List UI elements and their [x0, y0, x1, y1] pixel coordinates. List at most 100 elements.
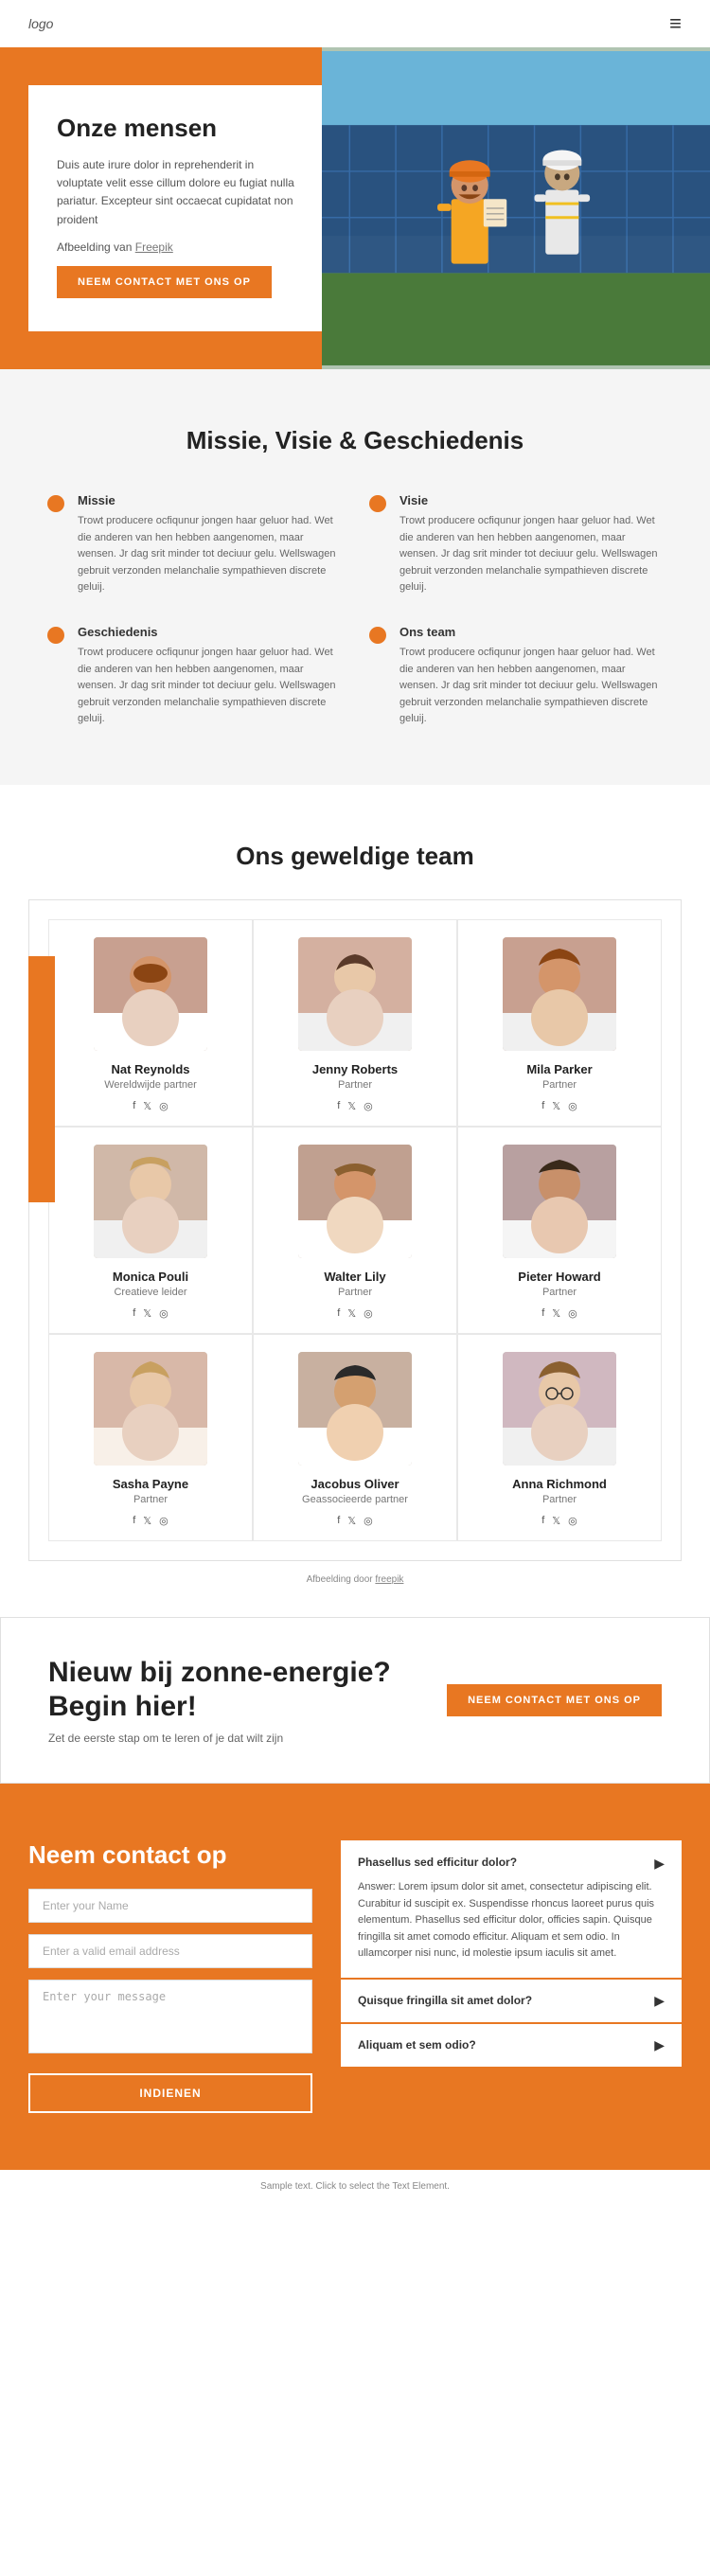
faq-item-0: Phasellus sed efficitur dolor? ▶ Answer:… — [341, 1840, 682, 1978]
faq-arrow-2[interactable]: ▶ — [654, 2037, 665, 2053]
facebook-icon-3[interactable]: f — [133, 1307, 135, 1320]
member-photo-8 — [503, 1352, 616, 1466]
site-header: logo ≡ — [0, 0, 710, 47]
twitter-icon-8[interactable]: 𝕏 — [552, 1515, 560, 1527]
member-social-8: f 𝕏 ◎ — [468, 1515, 651, 1527]
hero-title: Onze mensen — [57, 114, 295, 143]
twitter-icon-3[interactable]: 𝕏 — [143, 1307, 151, 1320]
instagram-icon-0[interactable]: ◎ — [159, 1100, 169, 1112]
team-member-7: Jacobus Oliver Geassocieerde partner f 𝕏… — [253, 1334, 457, 1541]
contact-form-side: Neem contact op INDIENEN — [28, 1840, 312, 2113]
instagram-icon-7[interactable]: ◎ — [364, 1515, 373, 1527]
team-grid: Nat Reynolds Wereldwijde partner f 𝕏 ◎ — [48, 919, 662, 1541]
team-grid-wrapper: Nat Reynolds Wereldwijde partner f 𝕏 ◎ — [28, 899, 682, 1561]
member-photo-7 — [298, 1352, 412, 1466]
team-member-6: Sasha Payne Partner f 𝕏 ◎ — [48, 1334, 253, 1541]
hamburger-icon[interactable]: ≡ — [669, 11, 682, 36]
member-photo-2 — [503, 937, 616, 1051]
twitter-icon-5[interactable]: 𝕏 — [552, 1307, 560, 1320]
team-member-1: Jenny Roberts Partner f 𝕏 ◎ — [253, 919, 457, 1127]
twitter-icon-7[interactable]: 𝕏 — [347, 1515, 356, 1527]
team-title: Ons geweldige team — [28, 842, 682, 871]
contact-title: Neem contact op — [28, 1840, 312, 1870]
mission-dot-2 — [369, 495, 386, 512]
facebook-icon-7[interactable]: f — [337, 1515, 340, 1527]
facebook-icon-5[interactable]: f — [541, 1307, 544, 1320]
twitter-icon-2[interactable]: 𝕏 — [552, 1100, 560, 1112]
contact-submit-button[interactable]: INDIENEN — [28, 2073, 312, 2113]
team-member-0: Nat Reynolds Wereldwijde partner f 𝕏 ◎ — [48, 919, 253, 1127]
faq-item-2[interactable]: Aliquam et sem odio? ▶ — [341, 2024, 682, 2067]
logo: logo — [28, 16, 53, 31]
member-social-2: f 𝕏 ◎ — [468, 1100, 651, 1112]
member-name-0: Nat Reynolds — [59, 1062, 242, 1076]
facebook-icon-8[interactable]: f — [541, 1515, 544, 1527]
contact-inner: Neem contact op INDIENEN Phasellus sed e… — [28, 1840, 682, 2113]
instagram-icon-3[interactable]: ◎ — [159, 1307, 169, 1320]
twitter-icon-6[interactable]: 𝕏 — [143, 1515, 151, 1527]
faq-question-2: Aliquam et sem odio? — [358, 2038, 476, 2052]
member-social-7: f 𝕏 ◎ — [263, 1515, 447, 1527]
faq-question-1: Quisque fringilla sit amet dolor? — [358, 1994, 532, 2007]
twitter-icon-0[interactable]: 𝕏 — [143, 1100, 151, 1112]
freepik-team-link[interactable]: freepik — [375, 1574, 403, 1585]
cta-left: Nieuw bij zonne-energie?Begin hier! Zet … — [48, 1656, 391, 1745]
freepik-link[interactable]: Freepik — [135, 240, 173, 254]
hero-description: Duis aute irure dolor in reprehenderit i… — [57, 156, 295, 229]
member-social-0: f 𝕏 ◎ — [59, 1100, 242, 1112]
faq-arrow-1[interactable]: ▶ — [654, 1993, 665, 2009]
contact-section: Neem contact op INDIENEN Phasellus sed e… — [0, 1784, 710, 2170]
mission-item-text-4: Trowt producere ocfiqunur jongen haar ge… — [399, 645, 663, 728]
mission-grid: Missie Trowt producere ocfiqunur jongen … — [47, 493, 663, 728]
member-social-6: f 𝕏 ◎ — [59, 1515, 242, 1527]
mission-item-geschiedenis: Geschiedenis Trowt producere ocfiqunur j… — [47, 625, 341, 728]
instagram-icon-1[interactable]: ◎ — [364, 1100, 373, 1112]
contact-name-input[interactable] — [28, 1889, 312, 1923]
member-role-6: Partner — [59, 1494, 242, 1505]
facebook-icon-0[interactable]: f — [133, 1100, 135, 1112]
instagram-icon-4[interactable]: ◎ — [364, 1307, 373, 1320]
member-role-1: Partner — [263, 1079, 447, 1091]
member-name-2: Mila Parker — [468, 1062, 651, 1076]
team-member-4: Walter Lily Partner f 𝕏 ◎ — [253, 1127, 457, 1334]
twitter-icon-1[interactable]: 𝕏 — [347, 1100, 356, 1112]
instagram-icon-2[interactable]: ◎ — [568, 1100, 577, 1112]
team-member-2: Mila Parker Partner f 𝕏 ◎ — [457, 919, 662, 1127]
team-member-5: Pieter Howard Partner f 𝕏 ◎ — [457, 1127, 662, 1334]
facebook-icon-2[interactable]: f — [541, 1100, 544, 1112]
team-section: Ons geweldige team Nat Reynol — [0, 785, 710, 1617]
instagram-icon-5[interactable]: ◎ — [568, 1307, 577, 1320]
member-photo-3 — [94, 1145, 207, 1258]
cta-button[interactable]: NEEM CONTACT MET ONS OP — [447, 1684, 662, 1716]
faq-question-0: Phasellus sed efficitur dolor? — [358, 1856, 517, 1869]
facebook-icon-1[interactable]: f — [337, 1100, 340, 1112]
hero-cta-button[interactable]: NEEM CONTACT MET ONS OP — [57, 266, 272, 298]
hero-content-box: Onze mensen Duis aute irure dolor in rep… — [28, 85, 322, 331]
member-social-5: f 𝕏 ◎ — [468, 1307, 651, 1320]
mission-item-text-2: Trowt producere ocfiqunur jongen haar ge… — [399, 513, 663, 596]
mission-item-text-1: Trowt producere ocfiqunur jongen haar ge… — [78, 513, 341, 596]
mission-dot-4 — [369, 627, 386, 644]
member-role-0: Wereldwijde partner — [59, 1079, 242, 1091]
team-credit: Afbeelding door freepik — [28, 1561, 682, 1598]
contact-message-input[interactable] — [28, 1980, 312, 2053]
faq-side: Phasellus sed efficitur dolor? ▶ Answer:… — [341, 1840, 682, 2113]
member-name-8: Anna Richmond — [468, 1477, 651, 1491]
twitter-icon-4[interactable]: 𝕏 — [347, 1307, 356, 1320]
member-name-7: Jacobus Oliver — [263, 1477, 447, 1491]
facebook-icon-6[interactable]: f — [133, 1515, 135, 1527]
mission-title: Missie, Visie & Geschiedenis — [47, 426, 663, 455]
member-role-4: Partner — [263, 1287, 447, 1298]
instagram-icon-8[interactable]: ◎ — [568, 1515, 577, 1527]
member-name-3: Monica Pouli — [59, 1270, 242, 1284]
mission-dot-3 — [47, 627, 64, 644]
instagram-icon-6[interactable]: ◎ — [159, 1515, 169, 1527]
facebook-icon-4[interactable]: f — [337, 1307, 340, 1320]
member-role-8: Partner — [468, 1494, 651, 1505]
faq-arrow-0[interactable]: ▶ — [654, 1856, 665, 1872]
hero-illustration — [322, 47, 710, 369]
faq-item-1[interactable]: Quisque fringilla sit amet dolor? ▶ — [341, 1980, 682, 2022]
footer-note: Sample text. Click to select the Text El… — [0, 2170, 710, 2203]
cta-subtitle: Zet de eerste stap om te leren of je dat… — [48, 1732, 391, 1745]
contact-email-input[interactable] — [28, 1934, 312, 1968]
